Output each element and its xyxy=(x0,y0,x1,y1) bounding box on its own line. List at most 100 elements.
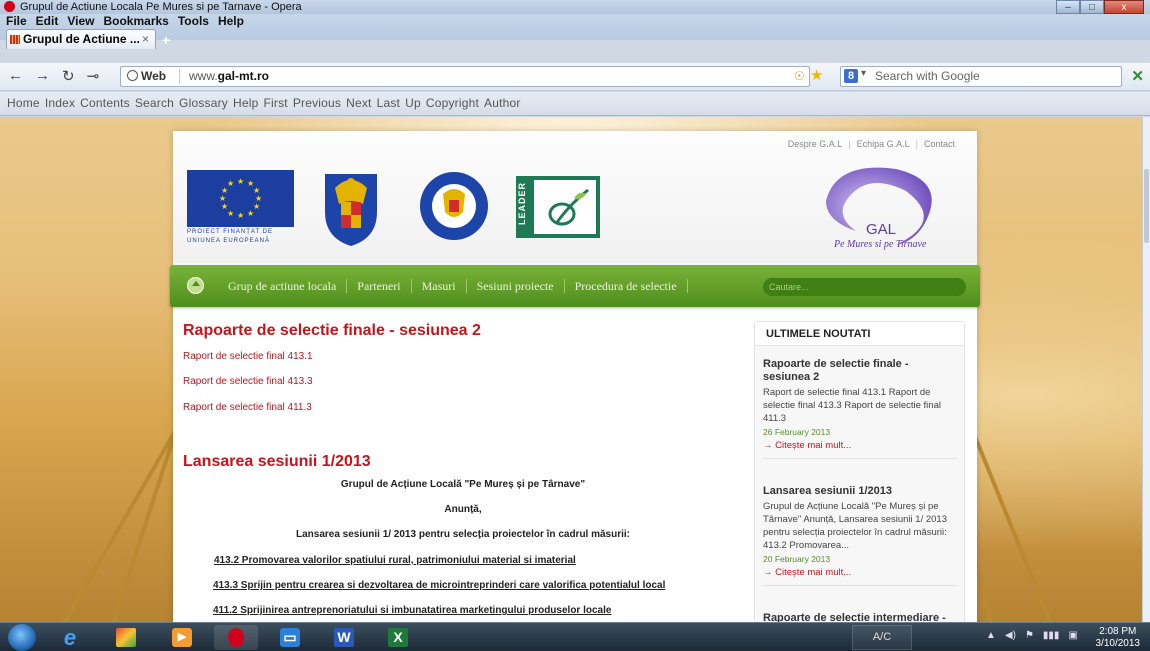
tab-label: Grupul de Actiune ... xyxy=(23,32,140,46)
taskbar-remote[interactable]: ▭ xyxy=(268,625,312,650)
search-engine-icon[interactable]: 8 xyxy=(844,69,858,83)
taskbar-excel[interactable]: X xyxy=(376,625,420,650)
remote-desktop-icon: ▭ xyxy=(280,628,300,647)
maximize-button[interactable]: □ xyxy=(1080,0,1104,14)
page-viewport: Despre G.A.L | Echipa G.A.L | Contact ★ ★… xyxy=(0,117,1142,622)
tab-close-button[interactable]: × xyxy=(142,30,149,48)
key-icon[interactable]: ⊸ xyxy=(87,67,100,85)
minimize-button[interactable]: – xyxy=(1056,0,1080,14)
home-icon[interactable] xyxy=(187,277,204,294)
web-label: Web xyxy=(141,69,167,83)
link-raport-4131[interactable]: Raport de selectie final 413.1 xyxy=(183,351,313,362)
window-controls: – □ x xyxy=(1056,0,1144,14)
opera-logo-icon xyxy=(4,1,15,12)
nav-contents[interactable]: Contents xyxy=(80,96,130,110)
news-date: 20 February 2013 xyxy=(763,554,831,564)
system-clock[interactable]: 2:08 PM 3/10/2013 xyxy=(1096,626,1141,650)
media-player-icon: ▶ xyxy=(172,628,192,647)
action-center-flag-icon[interactable]: ⚑ xyxy=(1025,630,1034,641)
search-field[interactable]: 8 ▾ Search with Google xyxy=(840,66,1122,87)
web-badge[interactable]: Web xyxy=(127,68,166,85)
nav-last[interactable]: Last xyxy=(377,96,400,110)
read-more-link[interactable]: → Citește mai mult... xyxy=(763,567,957,578)
taskbar-ac-button[interactable]: A/C xyxy=(852,625,912,650)
site-search-input[interactable]: Cautare... xyxy=(763,278,966,296)
news-title[interactable]: Lansarea sesiunii 1/2013 xyxy=(763,485,957,498)
reload-icon[interactable]: ↻ xyxy=(62,67,75,85)
excel-icon: X xyxy=(388,628,408,647)
nav-index[interactable]: Index xyxy=(45,96,75,110)
link-despre[interactable]: Despre G.A.L xyxy=(788,139,843,149)
link-echipa[interactable]: Echipa G.A.L xyxy=(857,139,910,149)
new-tab-button[interactable]: + xyxy=(162,32,170,48)
forward-icon[interactable]: → xyxy=(35,67,50,85)
nav-glossary[interactable]: Glossary xyxy=(179,96,228,110)
measure-link[interactable]: 413.2 Promovarea valorilor spatiului rur… xyxy=(214,555,576,566)
main-content: Rapoarte de selectie finale - sesiunea 2… xyxy=(173,307,747,622)
url-text[interactable]: www.gal-mt.ro xyxy=(189,67,269,86)
url-prefix: www. xyxy=(189,69,218,83)
nav-next[interactable]: Next xyxy=(346,96,371,110)
news-title[interactable]: Rapoarte de selectie intermediare - xyxy=(763,612,957,622)
svg-text:★: ★ xyxy=(247,209,254,218)
taskbar-opera[interactable] xyxy=(214,625,258,650)
nav-help[interactable]: Help xyxy=(233,96,258,110)
menu-procedura[interactable]: Procedura de selectie xyxy=(565,279,688,293)
menu-grup-actiune[interactable]: Grup de actiune locala xyxy=(218,279,348,293)
rss-icon[interactable]: ☉ xyxy=(794,69,805,83)
battery-icon[interactable]: ▣ xyxy=(1068,630,1077,641)
section-title-lansarea[interactable]: Lansarea sesiunii 1/2013 xyxy=(183,453,371,471)
show-hidden-icons-icon[interactable]: ▲ xyxy=(986,630,996,641)
nav-home[interactable]: Home xyxy=(7,96,40,110)
nav-search[interactable]: Search xyxy=(135,96,174,110)
taskbar-internet-explorer[interactable]: e xyxy=(48,625,92,650)
nav-copyright[interactable]: Copyright xyxy=(426,96,479,110)
menu-help[interactable]: Help xyxy=(218,14,244,28)
bookmark-star-icon[interactable]: ★ xyxy=(810,66,823,84)
clock-date: 3/10/2013 xyxy=(1095,638,1141,649)
search-engine-dropdown-icon[interactable]: ▾ xyxy=(861,68,866,79)
measure-link[interactable]: 411.2 Sprijinirea antreprenoriatului si … xyxy=(213,605,611,616)
news-title[interactable]: Rapoarte de selectie finale - sesiunea 2 xyxy=(763,358,957,384)
taskbar-word[interactable]: W xyxy=(322,625,366,650)
extension-icon[interactable]: ✕ xyxy=(1131,67,1144,85)
menu-tools[interactable]: Tools xyxy=(178,14,209,28)
menu-edit[interactable]: Edit xyxy=(36,14,59,28)
tab-gal[interactable]: Grupul de Actiune ... × xyxy=(6,29,156,49)
page-scrollbar[interactable] xyxy=(1142,117,1150,622)
menu-file[interactable]: File xyxy=(6,14,27,28)
menu-sesiuni[interactable]: Sesiuni proiecte xyxy=(467,279,565,293)
leader-logo: LEADER xyxy=(516,176,600,238)
menu-view[interactable]: View xyxy=(67,14,94,28)
back-icon[interactable]: ← xyxy=(8,67,23,85)
link-raport-4113[interactable]: Raport de selectie final 411.3 xyxy=(183,402,312,413)
nav-up[interactable]: Up xyxy=(405,96,421,110)
link-contact[interactable]: Contact xyxy=(924,139,955,149)
close-window-button[interactable]: x xyxy=(1104,0,1144,14)
measure-link[interactable]: 413.3 Sprijin pentru crearea si dezvolta… xyxy=(213,580,665,591)
eu-caption-1: PROIECT FINANȚAT DE xyxy=(187,229,274,235)
nav-previous[interactable]: Previous xyxy=(293,96,341,110)
nav-first[interactable]: First xyxy=(263,96,287,110)
section-title-rapoarte[interactable]: Rapoarte de selectie finale - sesiunea 2 xyxy=(183,322,481,340)
menu-items: Grup de actiune locala Parteneri Masuri … xyxy=(218,265,688,307)
menu-masuri[interactable]: Masuri xyxy=(412,279,467,293)
network-signal-icon[interactable]: ▮▮▮ xyxy=(1043,630,1060,641)
svg-text:★: ★ xyxy=(237,211,244,220)
taskbar-media-player[interactable]: ▶ xyxy=(160,625,204,650)
start-button[interactable] xyxy=(8,624,36,651)
news-date: 26 February 2013 xyxy=(763,427,831,437)
volume-icon[interactable]: ◀) xyxy=(1005,630,1016,641)
menu-bookmarks[interactable]: Bookmarks xyxy=(103,14,168,28)
menu-parteneri[interactable]: Parteneri xyxy=(347,279,412,293)
read-more-link[interactable]: → Citește mai mult... xyxy=(763,440,957,451)
svg-text:★: ★ xyxy=(219,194,226,203)
address-field[interactable]: Web www.gal-mt.ro xyxy=(120,66,810,87)
photos-icon xyxy=(116,628,136,647)
link-raport-4133[interactable]: Raport de selectie final 413.3 xyxy=(183,376,313,387)
news-divider xyxy=(763,458,957,459)
opera-taskbar-icon xyxy=(228,628,244,647)
taskbar-photos[interactable] xyxy=(104,625,148,650)
nav-author[interactable]: Author xyxy=(484,96,521,110)
scrollbar-thumb[interactable] xyxy=(1144,169,1149,243)
